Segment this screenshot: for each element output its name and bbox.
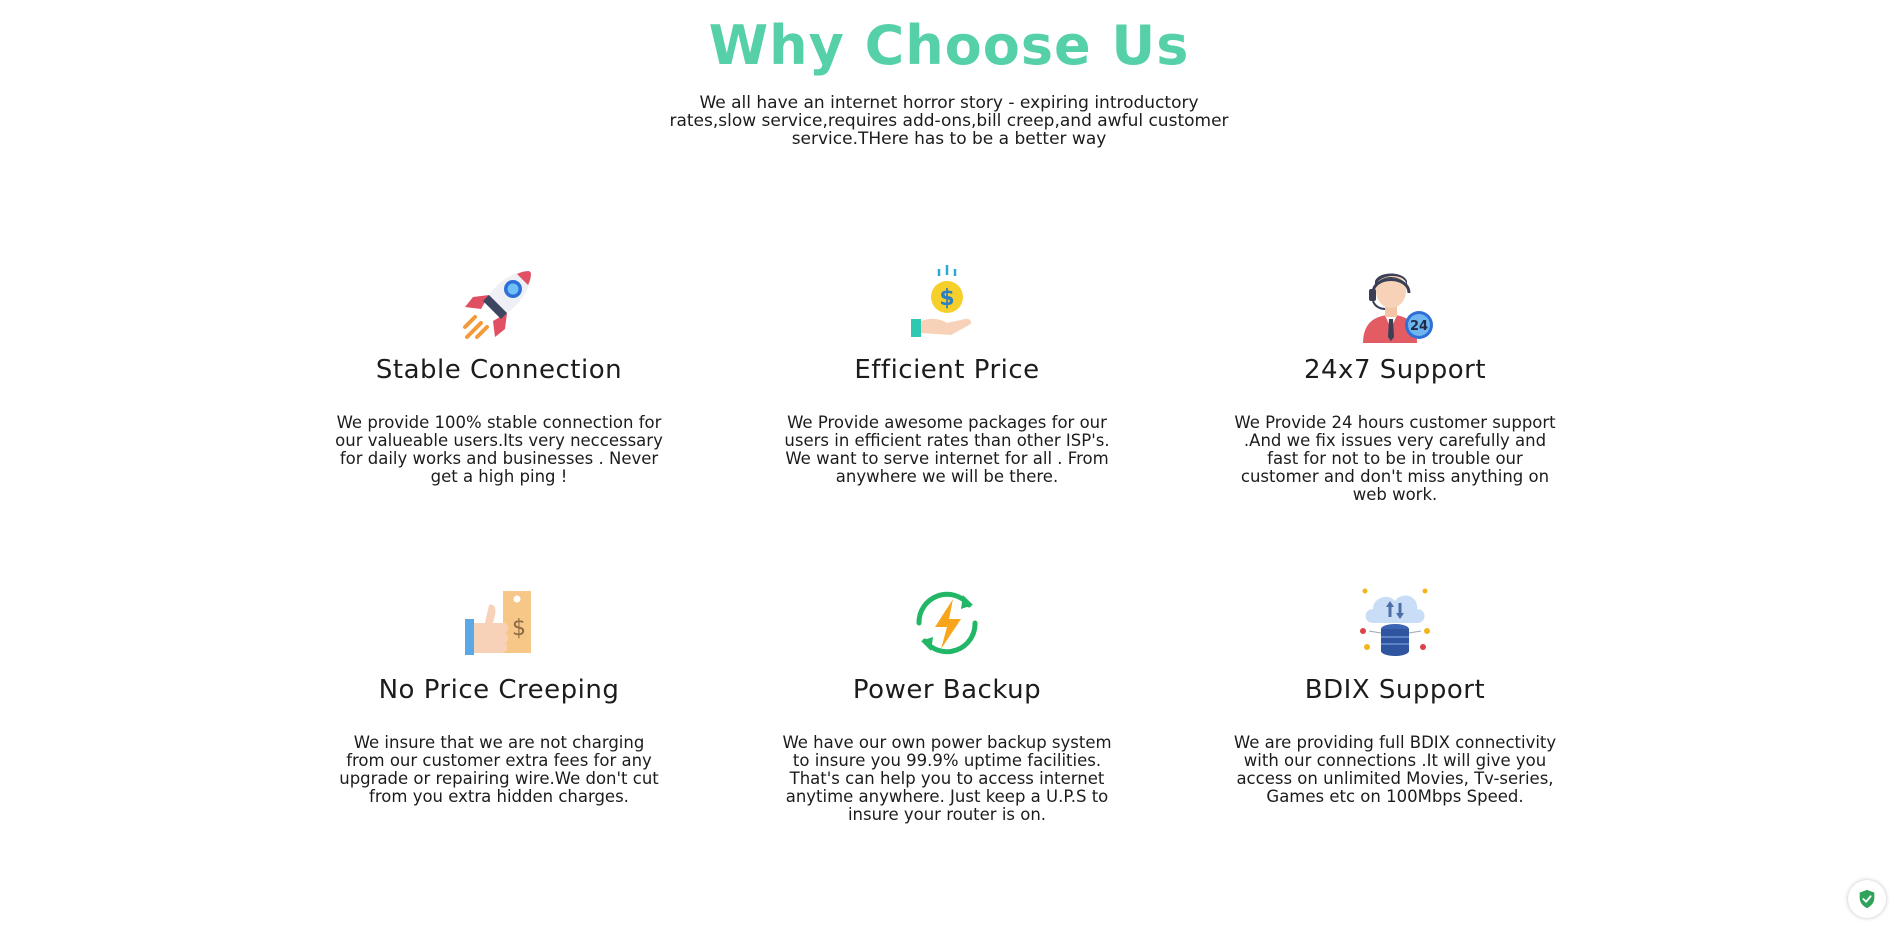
section-title: Why Choose Us — [708, 14, 1190, 77]
feature-card: Stable Connection We provide 100% stable… — [329, 263, 669, 486]
feature-title: Power Backup — [852, 675, 1042, 705]
thumbs-up-price-tag-icon: $ — [465, 591, 531, 655]
feature-description: We Provide 24 hours customer support .An… — [1234, 413, 1556, 504]
support-agent-icon: 24 — [1363, 273, 1433, 343]
power-refresh-icon — [916, 591, 978, 655]
feature-card: BDIX Support We are providing full BDIX … — [1225, 583, 1565, 806]
feature-card: Power Backup We have our own power backu… — [777, 583, 1117, 824]
section-intro: We all have an internet horror story - e… — [669, 93, 1229, 149]
feature-description: We insure that we are not charging from … — [339, 733, 659, 806]
why-choose-us-section: Why Choose Us We all have an internet ho… — [0, 0, 1898, 934]
feature-card: $ Efficient Price We Provide awesome pac… — [777, 263, 1117, 486]
feature-title: Efficient Price — [854, 355, 1040, 385]
feature-description: We provide 100% stable connection for ou… — [335, 413, 663, 486]
security-badge[interactable] — [1848, 880, 1886, 918]
svg-text:$: $ — [512, 616, 526, 641]
feature-card: $ No Price Creeping We insure that we ar… — [329, 583, 669, 806]
feature-title: Stable Connection — [375, 355, 623, 385]
cloud-database-icon — [1360, 588, 1430, 656]
feature-card: 24 24x7 Support We Provide 24 hours cust… — [1225, 263, 1565, 504]
svg-text:24: 24 — [1410, 319, 1428, 334]
feature-description: We Provide awesome packages for our user… — [784, 413, 1110, 486]
feature-description: We have our own power backup system to i… — [782, 733, 1112, 824]
svg-text:$: $ — [939, 286, 954, 311]
shield-check-icon — [1859, 889, 1875, 909]
feature-title: BDIX Support — [1304, 675, 1486, 705]
feature-title: 24x7 Support — [1303, 355, 1487, 385]
feature-title: No Price Creeping — [378, 675, 620, 705]
money-hand-icon: $ — [911, 265, 972, 337]
rocket-icon — [463, 271, 531, 339]
feature-description: We are providing full BDIX connectivity … — [1233, 733, 1557, 806]
